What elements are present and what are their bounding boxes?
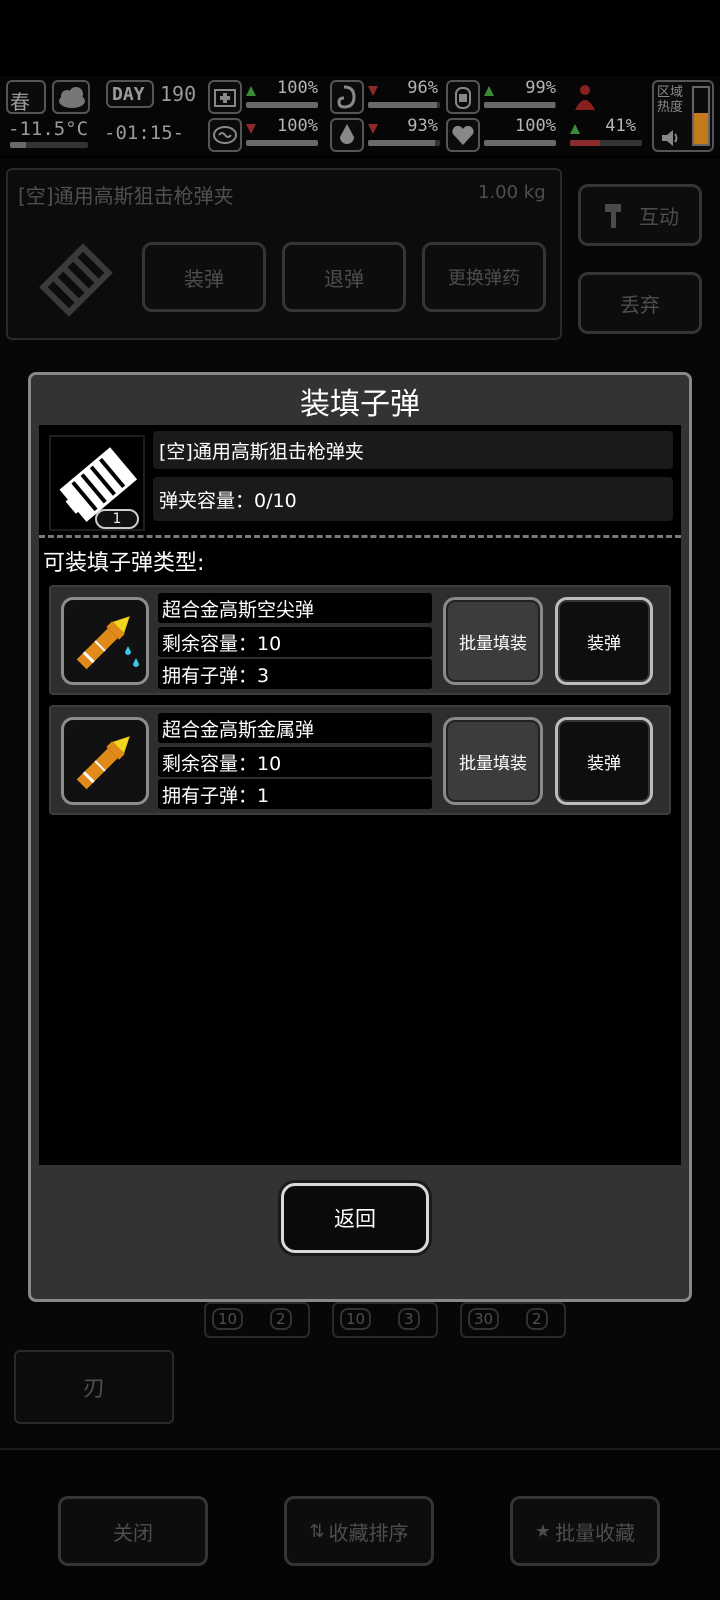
bg-sort-favorites-label: 收藏排序 [328,1520,409,1545]
dialog-title: 装填子弹 [300,387,420,422]
load-ammo-dialog: 装填子弹 1 [空]通用高斯狙击枪弹夹 弹夹容量：0/10 可装填子弹类型: 超… [28,372,692,1302]
stat-thirst-pct: 93% [407,116,438,136]
ammo-name: 超合金高斯金属弹 [158,713,432,743]
dialog-content: 1 [空]通用高斯狙击枪弹夹 弹夹容量：0/10 可装填子弹类型: 超合金高斯空… [39,425,681,1165]
trend-down-icon [246,124,256,134]
stat-heart-pct: 100% [515,116,556,136]
day-label: DAY [112,84,145,105]
batch-load-button[interactable]: 批量填装 [443,717,543,805]
bg-discard-button: 丢弃 [578,272,702,334]
zone-heat-panel[interactable]: 区域热度 [652,80,714,152]
stat-body-pct: 41% [605,116,636,136]
load-button[interactable]: 装弹 [555,597,653,685]
medkit-icon [208,80,242,114]
section-label-ammo-types: 可装填子弹类型: [43,551,205,576]
temperature-bar [10,142,88,148]
stat-hunger-pct: 96% [407,78,438,98]
stat-body-bar [570,140,642,146]
list-item: 10 3 [332,1302,438,1338]
load-button[interactable]: 装弹 [555,717,653,805]
temperature-readout: -11.5°C [8,118,89,140]
stat-thirst-bar [368,140,440,146]
item-detail-panel: [空]通用高斯狙击枪弹夹 1.00 kg 装弹 退弹 更换弹药 [6,168,562,340]
ammo-owned-count: 拥有子弹：3 [158,659,432,689]
ammo-owned-count: 拥有子弹：1 [158,779,432,809]
magazine-name: [空]通用高斯狙击枪弹夹 [153,431,673,469]
season-badge: 春 [6,80,46,114]
day-badge: DAY [106,80,154,108]
tab-blade: 刃 [14,1350,174,1424]
metal-bullet-icon [61,717,149,805]
ammo-remaining-capacity: 剩余容量：10 [158,747,432,777]
magazine-capacity: 弹夹容量：0/10 [153,477,673,521]
weather-cloud-icon [52,80,90,114]
ammo-name: 超合金高斯空尖弹 [158,593,432,623]
stomach-icon [330,80,364,114]
list-item: 10 2 [204,1302,310,1338]
stat-mind-pct: 100% [277,116,318,136]
stat-mind-bar [246,140,318,146]
ammo-row-metal: 超合金高斯金属弹 剩余容量：10 拥有子弹：1 批量填装 装弹 [49,705,671,815]
batch-load-button[interactable]: 批量填装 [443,597,543,685]
heart-icon [446,118,480,152]
trend-up-icon [246,86,256,96]
item-detail-title: [空]通用高斯狙击枪弹夹 [18,184,234,208]
magazine-icon [28,232,124,328]
stat-hunger-bar [368,102,440,108]
zone-heat-meter [692,86,710,146]
day-number: 190 [160,82,197,106]
star-icon: ★ [534,1520,552,1542]
brain-icon [208,118,242,152]
bg-interact-button: 互动 [578,184,702,246]
stat-health-pct: 100% [277,78,318,98]
speaker-icon[interactable] [660,128,682,148]
item-detail-weight: 1.00 kg [478,182,546,203]
bg-batch-favorite-button: ★ 批量收藏 [510,1496,660,1566]
tab-blade-label: 刃 [82,1377,105,1402]
water-drop-icon [330,118,364,152]
divider [39,535,681,538]
stat-heart-bar [484,140,556,146]
bg-load-button: 装弹 [142,242,266,312]
hollow-point-bullet-icon [61,597,149,685]
season-label: 春 [10,90,30,114]
item-count-badge: 1 [95,509,139,529]
body-icon [570,82,600,112]
bg-close-button: 关闭 [58,1496,208,1566]
canteen-icon [446,80,480,114]
hammer-icon [605,204,621,228]
stat-health-bar [246,102,318,108]
sort-arrows-icon: ⇅ [309,1520,325,1542]
bg-sort-favorites-button: ⇅ 收藏排序 [284,1496,434,1566]
bg-interact-label: 互动 [639,204,679,229]
clock-readout: -01:15- [104,122,185,144]
stat-stamina-pct: 99% [525,78,556,98]
return-button[interactable]: 返回 [281,1183,429,1253]
ammo-row-hollow-point: 超合金高斯空尖弹 剩余容量：10 拥有子弹：3 批量填装 装弹 [49,585,671,695]
bg-batch-favorite-label: 批量收藏 [555,1520,636,1545]
trend-up-icon [484,86,494,96]
stat-stamina-bar [484,102,556,108]
zone-heat-label: 区域热度 [657,85,684,115]
ammo-remaining-capacity: 剩余容量：10 [158,627,432,657]
bg-change-ammo-button: 更换弹药 [422,242,546,312]
bg-unload-button: 退弹 [282,242,406,312]
status-hud: 春 DAY 190 -11.5°C -01:15- 100% 100% 96% … [0,76,720,156]
list-item: 30 2 [460,1302,566,1338]
